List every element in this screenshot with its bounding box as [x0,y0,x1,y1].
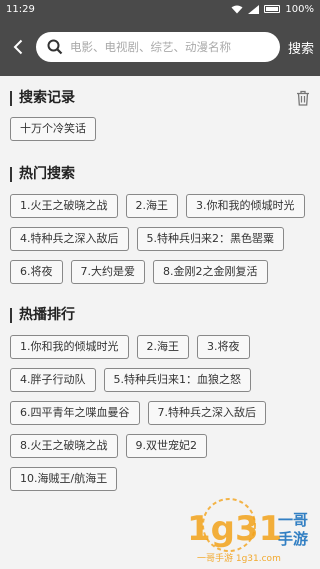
signal-icon [248,4,260,14]
history-tag[interactable]: 十万个冷笑话 [10,117,96,141]
hot-search-tag[interactable]: 2.海王 [125,194,178,218]
back-button[interactable] [10,37,26,57]
search-box[interactable] [36,32,280,62]
history-title: 搜索记录 [10,90,75,106]
status-bar: 11:29 100% [0,0,320,18]
watermark-logo-text: 1g31 [187,509,282,549]
ranking-tag[interactable]: 3.将夜 [197,335,250,359]
history-section: 搜索记录 十万个冷笑话 [0,87,320,141]
hot-search-tag[interactable]: 6.将夜 [10,260,63,284]
hot-search-tag[interactable]: 7.大约是爱 [70,260,145,284]
trash-icon[interactable] [294,89,312,107]
history-list: 十万个冷笑话 [10,117,312,141]
ranking-tag[interactable]: 5.特种兵归来1：血狼之怒 [103,368,251,392]
hot-search-title: 热门搜索 [10,166,75,182]
back-arrow-icon [13,39,23,55]
ranking-tag[interactable]: 9.双世宠妃2 [125,434,207,458]
hot-search-tag[interactable]: 4.特种兵之深入敌后 [10,227,129,251]
search-button[interactable]: 搜索 [288,38,314,57]
search-header: 搜索 [0,18,320,76]
wifi-icon [231,5,243,13]
search-input[interactable] [70,40,270,54]
ranking-tag[interactable]: 2.海王 [136,335,189,359]
ranking-tag[interactable]: 7.特种兵之深入敌后 [147,401,266,425]
ranking-tag[interactable]: 4.胖子行动队 [10,368,96,392]
status-icons: 100% [231,4,314,15]
hot-search-tag[interactable]: 3.你和我的倾城时光 [186,194,305,218]
hot-search-tag[interactable]: 1.火王之破晓之战 [10,194,118,218]
svg-text:一哥: 一哥 [278,511,308,529]
ranking-title: 热播排行 [10,307,75,323]
ranking-section: 热播排行 1.你和我的倾城时光 2.海王 3.将夜 4.胖子行动队 5.特种兵归… [0,304,320,491]
ranking-tag[interactable]: 10.海贼王/航海王 [10,467,118,491]
hot-search-list: 1.火王之破晓之战 2.海王 3.你和我的倾城时光 4.特种兵之深入敌后 5.特… [10,194,312,284]
ranking-tag[interactable]: 1.你和我的倾城时光 [10,335,129,359]
battery-icon [264,5,281,13]
hot-search-tag[interactable]: 5.特种兵归来2：黑色罂粟 [136,227,284,251]
watermark-url: 一哥手游 1g31.com [197,552,281,564]
search-icon [46,38,64,56]
ranking-tag[interactable]: 8.火王之破晓之战 [10,434,118,458]
battery-level: 100% [285,3,314,15]
svg-text:手游: 手游 [278,530,308,548]
ranking-list: 1.你和我的倾城时光 2.海王 3.将夜 4.胖子行动队 5.特种兵归来1：血狼… [10,335,312,491]
hot-search-section: 热门搜索 1.火王之破晓之战 2.海王 3.你和我的倾城时光 4.特种兵之深入敌… [0,163,320,284]
ranking-tag[interactable]: 6.四平青年之喋血曼谷 [10,401,140,425]
status-time: 11:29 [6,3,35,15]
hot-search-tag[interactable]: 8.金刚2之金刚复活 [153,260,268,284]
watermark-graphic: 1g31 一哥 手游 一哥手游 1g31.com [187,498,308,564]
watermark-logo: 1g31 一哥 手游 一哥手游 1g31.com [179,495,314,565]
